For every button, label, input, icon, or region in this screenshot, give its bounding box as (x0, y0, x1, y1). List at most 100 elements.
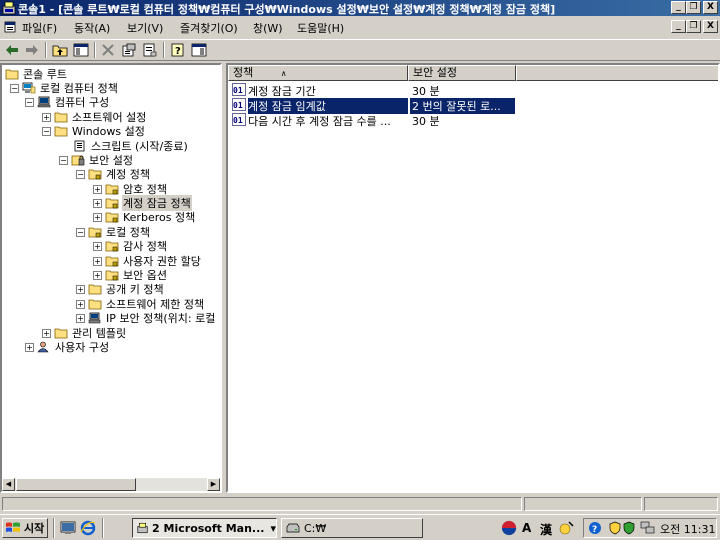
status-cell-main (2, 497, 522, 511)
export-icon[interactable] (141, 42, 159, 58)
clock[interactable]: 오전 11:31 (660, 521, 715, 537)
shield-icon[interactable] (608, 521, 622, 535)
menu-view[interactable]: 보기(V) (127, 20, 163, 36)
collapse-toggle[interactable]: − (25, 97, 34, 107)
column-header-empty (516, 65, 718, 81)
folder-lock-icon (105, 212, 119, 223)
security-icon (71, 155, 85, 166)
scroll-left-icon[interactable]: ◀ (2, 478, 15, 491)
collapse-toggle[interactable]: − (76, 227, 85, 237)
show-action-pane-icon[interactable] (190, 42, 208, 58)
task-mmc[interactable]: 2 Microsoft Man... ▾ (132, 518, 277, 538)
menu-action[interactable]: 동작(A) (74, 20, 110, 36)
tree-item-windows-settings[interactable]: − Windows 설정 (42, 124, 146, 138)
network-icon[interactable] (640, 521, 656, 535)
minimize-button[interactable]: _ (671, 1, 686, 14)
show-desktop-icon[interactable] (60, 520, 76, 536)
sort-ascending-icon: ∧ (280, 69, 287, 78)
title-bar[interactable]: 콘솔1 - [콘솔 루트₩로컬 컴퓨터 정책₩컴퓨터 구성₩Windows 설정… (0, 0, 720, 16)
expand-toggle[interactable]: + (42, 328, 51, 338)
console-tree[interactable]: 콘솔 루트 − 로컬 컴퓨터 정책 − 컴퓨터 구성 + 소프트웨어 설정 − … (0, 63, 222, 493)
child-minimize-button[interactable]: _ (671, 20, 686, 33)
show-tree-icon[interactable] (72, 42, 90, 58)
expand-toggle[interactable]: + (42, 112, 51, 122)
tree-item-software-restriction[interactable]: + 소프트웨어 제한 정책 (76, 297, 205, 311)
expand-toggle[interactable]: + (76, 299, 85, 309)
forward-arrow-icon[interactable] (23, 42, 41, 58)
expand-toggle[interactable]: + (76, 313, 85, 323)
security-alert-icon[interactable] (622, 521, 636, 535)
column-header-setting[interactable]: 보안 설정 (408, 65, 516, 81)
tree-item-console-root[interactable]: 콘솔 루트 (5, 67, 68, 81)
help-circle-icon[interactable]: ? (588, 521, 602, 535)
collapse-toggle[interactable]: − (76, 169, 85, 179)
list-row[interactable]: 01 다음 시간 후 계정 잠금 수를 ... 30 분 (230, 112, 718, 128)
expand-toggle[interactable]: + (93, 270, 102, 280)
tree-item-computer-config[interactable]: − 컴퓨터 구성 (25, 95, 110, 109)
close-button[interactable]: X (703, 1, 718, 14)
korea-flag-icon[interactable] (501, 520, 517, 536)
task-command-prompt[interactable]: C:₩ (281, 518, 423, 538)
tree-item-admin-templates[interactable]: + 관리 템플릿 (42, 326, 127, 340)
collapse-toggle[interactable]: − (59, 155, 68, 165)
tree-item-user-config[interactable]: + 사용자 구성 (25, 340, 110, 354)
svg-text:?: ? (175, 46, 181, 57)
tree-item-password-policy[interactable]: + 암호 정책 (93, 182, 168, 196)
expand-toggle[interactable]: + (93, 241, 102, 251)
mmc-console-icon (137, 522, 148, 534)
up-folder-icon[interactable] (51, 42, 69, 58)
tree-item-public-key-policies[interactable]: + 공개 키 정책 (76, 282, 165, 296)
internet-explorer-icon[interactable] (80, 520, 96, 536)
tree-item-ip-security[interactable]: + IP 보안 정책(위치: 로컬 (76, 311, 216, 325)
tree-item-security-settings[interactable]: − 보안 설정 (59, 153, 134, 167)
expand-toggle[interactable]: + (76, 284, 85, 294)
taskbar: 시작 2 Microsoft Man... ▾ C:₩ A 漢 ? 오전 11:… (0, 514, 720, 540)
tree-item-software-settings[interactable]: + 소프트웨어 설정 (42, 110, 147, 124)
tree-item-audit-policy[interactable]: + 감사 정책 (93, 239, 168, 253)
ip-security-icon (88, 312, 101, 324)
menu-file[interactable]: 파일(F) (22, 20, 57, 36)
scroll-thumb[interactable] (16, 478, 136, 491)
list-row[interactable]: 01 계정 잠금 기간 30 분 (230, 82, 718, 98)
child-close-button[interactable]: X (703, 20, 718, 33)
collapse-toggle[interactable]: − (10, 83, 19, 93)
tree-item-scripts[interactable]: 스크립트 (시작/종료) (73, 139, 189, 153)
properties-icon[interactable] (120, 42, 138, 58)
menu-help[interactable]: 도움말(H) (297, 20, 344, 36)
ime-pad-icon[interactable] (559, 520, 575, 536)
start-button[interactable]: 시작 (2, 518, 48, 538)
tree-horizontal-scrollbar[interactable]: ◀ ▶ (2, 478, 220, 491)
folder-icon (54, 328, 68, 339)
back-arrow-icon[interactable] (3, 42, 21, 58)
restore-button[interactable]: ❐ (686, 1, 701, 14)
help-icon[interactable]: ? (169, 42, 187, 58)
menu-window[interactable]: 창(W) (253, 20, 283, 36)
details-list[interactable]: 정책 ∧ 보안 설정 01 계정 잠금 기간 30 분 01 계정 잠금 임계값… (226, 63, 720, 493)
tree-item-account-lockout-policy[interactable]: + 계정 잠금 정책 (93, 195, 192, 211)
tree-item-account-policies[interactable]: − 계정 정책 (76, 167, 151, 181)
tree-item-local-computer-policy[interactable]: − 로컬 컴퓨터 정책 (10, 81, 119, 95)
expand-toggle[interactable]: + (25, 342, 34, 352)
expand-toggle[interactable]: + (93, 198, 102, 208)
folder-icon (5, 69, 19, 80)
column-header-policy[interactable]: 정책 ∧ (228, 65, 408, 81)
tree-item-user-rights-assignment[interactable]: + 사용자 권한 할당 (93, 254, 202, 268)
menu-favorites[interactable]: 즐겨찾기(O) (180, 20, 238, 36)
tree-item-security-options[interactable]: + 보안 옵션 (93, 268, 168, 282)
list-row[interactable]: 01 계정 잠금 임계값 2 번의 잘못된 로... (230, 97, 718, 114)
expand-toggle[interactable]: + (93, 184, 102, 194)
collapse-toggle[interactable]: − (42, 126, 51, 136)
expand-toggle[interactable]: + (93, 256, 102, 266)
console-document-icon[interactable] (3, 20, 17, 34)
computer-icon (37, 96, 51, 108)
folder-icon (54, 126, 68, 137)
folder-lock-icon (105, 241, 119, 252)
delete-icon[interactable] (99, 42, 117, 58)
ime-hanja[interactable]: 漢 (540, 521, 552, 538)
scroll-right-icon[interactable]: ▶ (207, 478, 220, 491)
expand-toggle[interactable]: + (93, 212, 102, 222)
tree-item-local-policies[interactable]: − 로컬 정책 (76, 225, 151, 239)
ime-mode-a[interactable]: A (522, 521, 531, 535)
tree-item-kerberos-policy[interactable]: + Kerberos 정책 (93, 210, 196, 224)
child-restore-button[interactable]: ❐ (686, 20, 701, 33)
